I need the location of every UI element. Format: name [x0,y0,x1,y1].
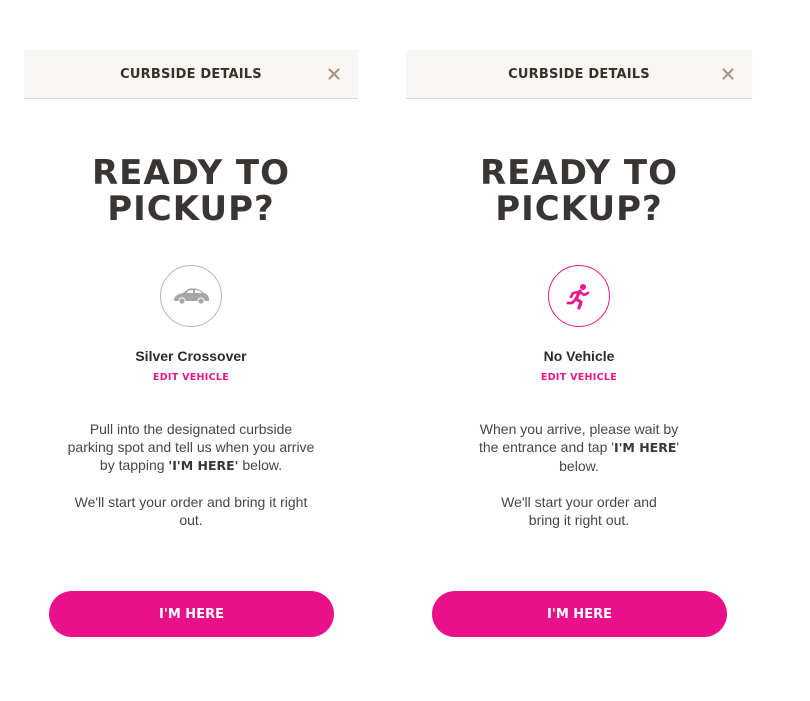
header-bar: CURBSIDE DETAILS [406,50,752,99]
order-note-text: We'll start your order and bring it righ… [501,494,657,528]
im-here-emphasis: I'M HERE [613,440,677,455]
header-title: CURBSIDE DETAILS [508,66,650,82]
heading-line-2: PICKUP? [495,189,663,229]
edit-vehicle-link[interactable]: EDIT VEHICLE [406,372,752,383]
heading-line-2: PICKUP? [107,189,275,229]
order-note-text: We'll start your order and bring it righ… [74,494,308,528]
vehicle-name: Silver Crossover [135,348,247,364]
im-here-button[interactable]: I'M HERE [432,591,727,637]
header-title: CURBSIDE DETAILS [120,66,262,82]
heading-line-1: READY TO [91,153,291,193]
instructions-text: When you arrive, please wait by the entr… [469,420,689,475]
close-icon[interactable] [324,64,344,84]
page-heading: READY TO PICKUP? [24,155,358,227]
header-bar: CURBSIDE DETAILS [24,50,358,99]
car-icon [160,265,222,327]
heading-line-1: READY TO [479,153,679,193]
vehicle-name: No Vehicle [543,348,615,364]
edit-vehicle-link[interactable]: EDIT VEHICLE [24,372,358,383]
curbside-screen-silver-crossover: CURBSIDE DETAILS READY TO PICKUP? Silver… [24,50,358,670]
close-icon[interactable] [718,64,738,84]
instructions-text-part-2: below. [238,457,283,473]
im-here-emphasis: 'I'M HERE' [168,458,239,473]
curbside-screen-no-vehicle: CURBSIDE DETAILS READY TO PICKUP? No Veh… [406,50,752,670]
im-here-button[interactable]: I'M HERE [49,591,334,637]
page-heading: READY TO PICKUP? [406,155,752,227]
running-person-icon [548,265,610,327]
instructions-text: Pull into the designated curbside parkin… [66,420,316,475]
